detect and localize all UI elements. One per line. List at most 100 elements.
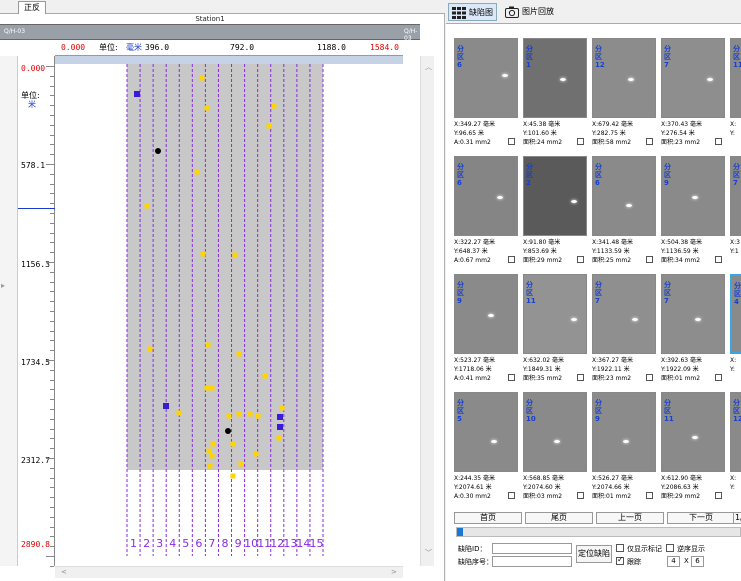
scroll-left-icon[interactable]: < <box>61 568 67 576</box>
defect-no-input[interactable] <box>492 556 572 567</box>
defect-y: Y:648.37 米 <box>454 248 488 255</box>
zone-label: 分区9 <box>664 163 671 187</box>
defect-plot[interactable]: 1 2 3 4 5 6 7 8 9 10 11 12 13 14 15 <box>55 56 403 566</box>
defect-y: Y:2074.60 米 <box>523 484 561 491</box>
y-axis-tick <box>50 487 54 489</box>
last-page-button[interactable]: 尾页 <box>525 512 593 524</box>
defect-thumbnail[interactable]: 分区2 X:91.80 毫米 Y:853.69 米面积:29 mm2 <box>523 152 592 270</box>
defect-image[interactable]: 分区2 <box>523 156 587 236</box>
defect-image[interactable]: 分区9 <box>661 156 725 236</box>
mark-checkbox[interactable] <box>646 492 653 499</box>
mark-checkbox[interactable] <box>646 256 653 263</box>
lane-number-13: 13 <box>283 537 297 550</box>
defect-marker-yellow <box>232 252 238 258</box>
defect-thumbnail[interactable]: 分区12 X:679.42 毫米 Y:282.75 米面积:58 mm2 <box>592 34 661 152</box>
defect-thumbnail[interactable]: 分区4 X: Y: <box>730 270 741 388</box>
first-page-button[interactable]: 首页 <box>454 512 522 524</box>
defect-marker-yellow <box>276 435 282 441</box>
defect-image[interactable]: 分区7 <box>730 156 741 236</box>
mark-checkbox[interactable] <box>577 492 584 499</box>
mark-checkbox[interactable] <box>715 256 722 263</box>
defect-image[interactable]: 分区7 <box>661 274 725 354</box>
mark-checkbox[interactable] <box>508 138 515 145</box>
defect-thumbnail[interactable]: 分区10 X:568.85 毫米 Y:2074.60 米面积:03 mm2 <box>523 388 592 506</box>
scroll-down-icon[interactable]: ﹀ <box>425 548 432 558</box>
defect-image[interactable]: 分区1 <box>523 38 587 118</box>
defect-marker-yellow <box>204 385 210 391</box>
mark-checkbox[interactable] <box>508 374 515 381</box>
defect-image[interactable]: 分区4 <box>730 274 741 354</box>
defect-thumbnail[interactable]: 分区7 X:370.43 毫米 Y:276.54 米面积:23 mm2 <box>661 34 730 152</box>
defect-thumbnail[interactable]: 分区6 X:341.48 毫米 Y:1133.59 米面积:25 mm2 <box>592 152 661 270</box>
defect-thumbnail[interactable]: 分区9 X:526.27 毫米 Y:2074.66 米面积:01 mm2 <box>592 388 661 506</box>
prev-page-button[interactable]: 上一页 <box>596 512 664 524</box>
plot-horizontal-scrollbar[interactable]: < > <box>55 566 403 578</box>
defect-image[interactable]: 分区6 <box>454 156 518 236</box>
mark-checkbox[interactable] <box>508 256 515 263</box>
defect-image[interactable]: 分区11 <box>661 392 725 472</box>
defect-thumbnail[interactable]: 分区11 X:612.90 毫米 Y:2086.63 米面积:29 mm2 <box>661 388 730 506</box>
defect-image[interactable]: 分区11 <box>523 274 587 354</box>
defect-image[interactable]: 分区12 <box>730 392 741 472</box>
defect-y: Y: <box>730 366 735 373</box>
image-review-label: 图片回放 <box>522 7 554 16</box>
mark-checkbox[interactable] <box>646 138 653 145</box>
defect-thumbnail[interactable]: 分区9 X:504.38 毫米 Y:1136.59 米面积:34 mm2 <box>661 152 730 270</box>
tab-front-back[interactable]: 正反 <box>18 1 46 14</box>
defect-marker-yellow <box>176 410 182 416</box>
defect-image[interactable]: 分区9 <box>592 392 656 472</box>
follow-checkbox[interactable] <box>616 555 624 565</box>
defect-x: X:504.38 毫米 <box>661 239 703 246</box>
defect-map-button[interactable]: 缺陷图 <box>448 3 497 21</box>
expand-handle-icon[interactable]: ▸ <box>1 281 6 291</box>
defect-thumbnail[interactable]: 分区12 X: Y: <box>730 388 741 506</box>
mark-checkbox[interactable] <box>646 374 653 381</box>
defect-thumbnail[interactable]: 分区9 X:523.27 毫米 Y:1718.06 米 A:0.41 mm2 <box>454 270 523 388</box>
grid-cols-input[interactable]: 6 <box>691 556 704 567</box>
defect-y: Y:1849.31 米 <box>523 366 561 373</box>
defect-image[interactable]: 分区7 <box>592 274 656 354</box>
defect-image[interactable]: 分区6 <box>454 38 518 118</box>
mark-checkbox[interactable] <box>577 374 584 381</box>
grid-rows-input[interactable]: 4 <box>667 556 680 567</box>
defect-thumbnail[interactable]: 分区1 X:45.38 毫米 Y:101.60 米面积:24 mm2 <box>523 34 592 152</box>
defect-image[interactable]: 分区11 <box>730 38 741 118</box>
defect-marker-yellow <box>236 351 242 357</box>
mark-checkbox[interactable] <box>715 374 722 381</box>
defect-id-input[interactable] <box>492 543 572 554</box>
defect-image[interactable]: 分区6 <box>592 156 656 236</box>
mark-checkbox[interactable] <box>715 138 722 145</box>
playback-progress-bar[interactable] <box>456 527 741 537</box>
scroll-up-icon[interactable]: ︿ <box>425 62 432 72</box>
defect-thumbnail[interactable]: 分区5 X:244.35 毫米 Y:2074.61 米 A:0.30 mm2 <box>454 388 523 506</box>
grid-icon <box>452 7 466 19</box>
mark-checkbox[interactable] <box>715 492 722 499</box>
reverse-order-checkbox[interactable] <box>666 544 674 552</box>
defect-image[interactable]: 分区10 <box>523 392 587 472</box>
defect-spot <box>570 317 577 321</box>
lane-number-11: 11 <box>257 537 271 550</box>
defect-thumbnail[interactable]: 分区6 X:322.27 毫米 Y:648.37 米 A:0.67 mm2 <box>454 152 523 270</box>
defect-thumbnail[interactable]: 分区11 X:632.02 毫米 Y:1849.31 米面积:35 mm2 <box>523 270 592 388</box>
defect-thumbnail[interactable]: 分区7 X:392.63 毫米 Y:1922.09 米面积:01 mm2 <box>661 270 730 388</box>
mark-checkbox[interactable] <box>577 138 584 145</box>
image-review-button[interactable]: 图片回放 <box>502 3 557 21</box>
defect-thumbnail[interactable]: 分区11 X: Y: <box>730 34 741 152</box>
defect-image[interactable]: 分区12 <box>592 38 656 118</box>
locate-defect-button[interactable]: 定位缺陷 <box>576 545 612 563</box>
next-page-button[interactable]: 下一页 <box>667 512 735 524</box>
y-label-1: 578.1 <box>21 161 46 170</box>
lane-number-5: 5 <box>182 537 189 550</box>
only-marked-checkbox[interactable] <box>616 544 624 552</box>
y-axis-tick <box>46 360 54 361</box>
defect-image[interactable]: 分区9 <box>454 274 518 354</box>
defect-image[interactable]: 分区5 <box>454 392 518 472</box>
mark-checkbox[interactable] <box>508 492 515 499</box>
defect-image[interactable]: 分区7 <box>661 38 725 118</box>
defect-thumbnail[interactable]: 分区7 X:3 Y:1 <box>730 152 741 270</box>
mark-checkbox[interactable] <box>577 256 584 263</box>
plot-vertical-scrollbar[interactable]: ︿ ﹀ <box>420 56 434 566</box>
scroll-right-icon[interactable]: > <box>391 568 397 576</box>
defect-thumbnail[interactable]: 分区7 X:367.27 毫米 Y:1922.11 米面积:23 mm2 <box>592 270 661 388</box>
defect-thumbnail[interactable]: 分区6 X:349.27 毫米 Y:96.65 米 A:0.31 mm2 <box>454 34 523 152</box>
